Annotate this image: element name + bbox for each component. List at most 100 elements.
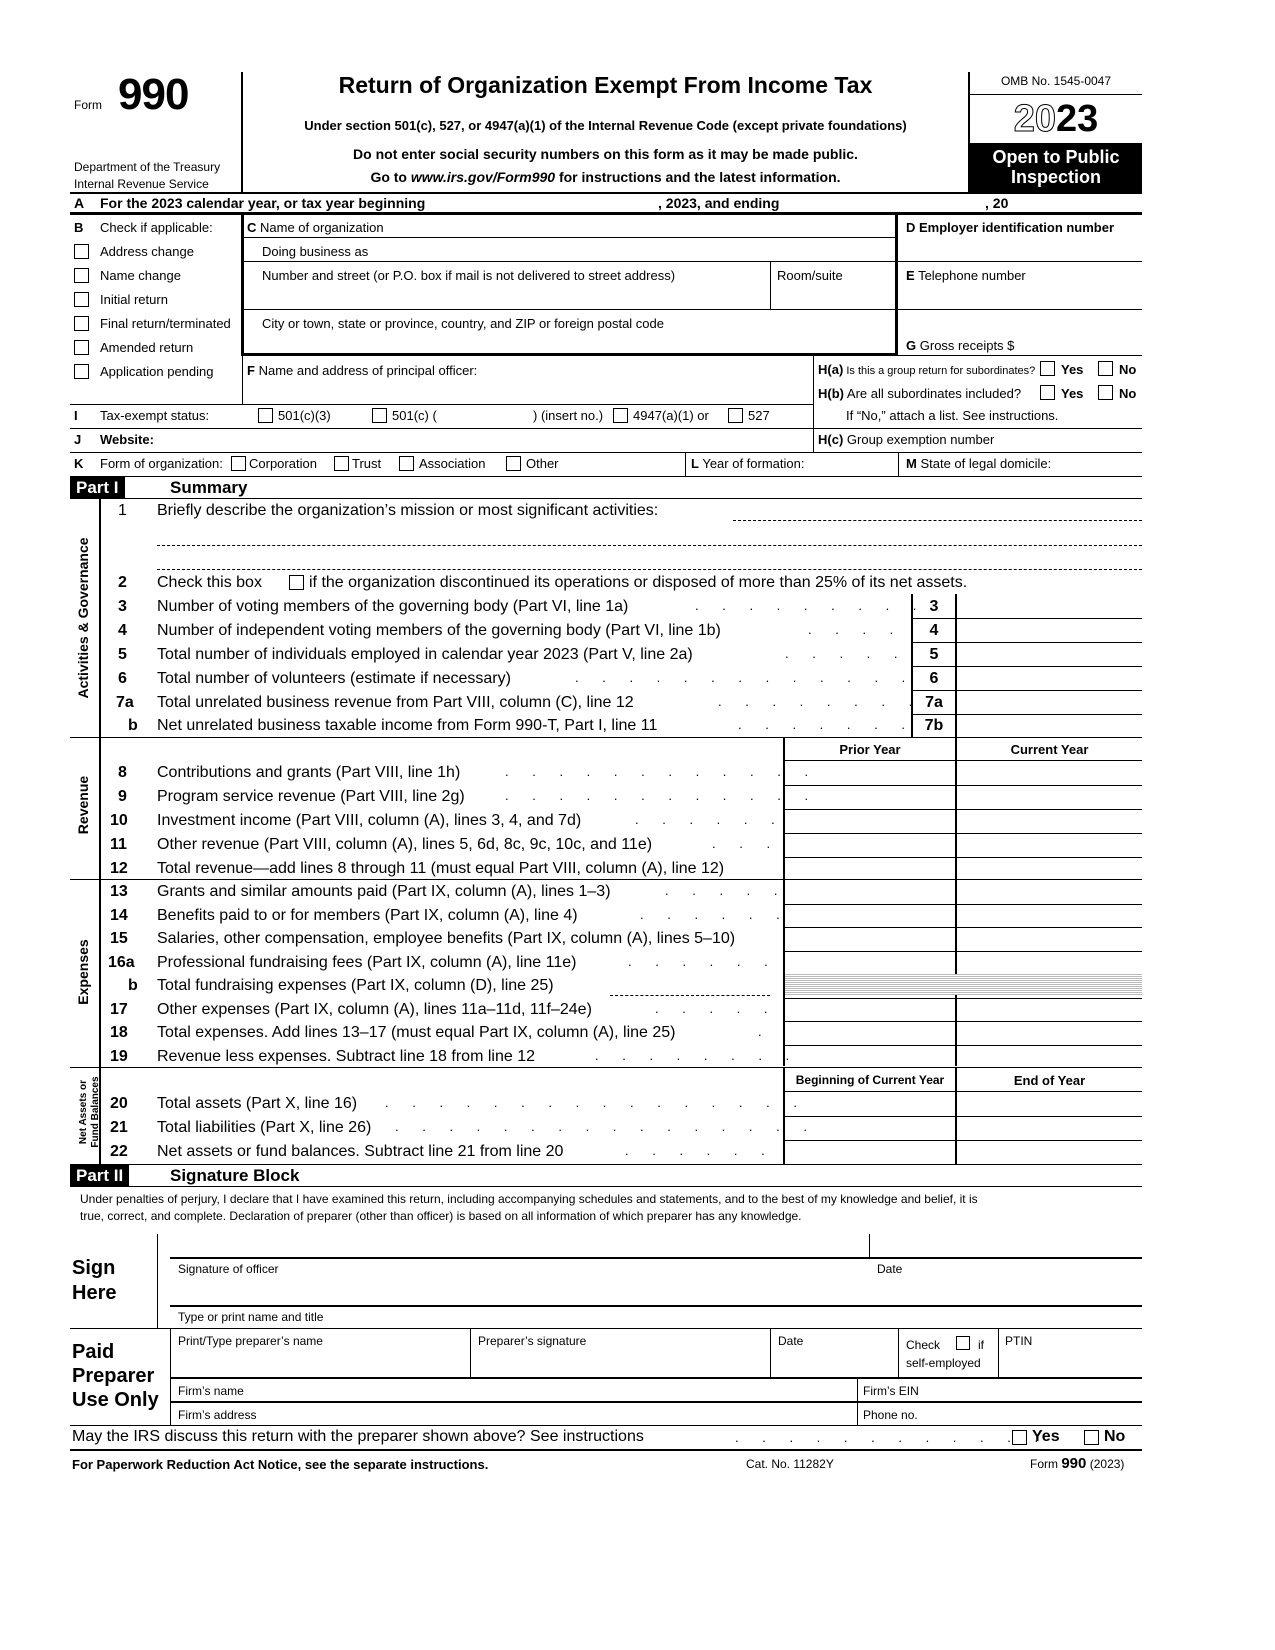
- revenue-col2-input[interactable]: [960, 763, 1138, 782]
- net-assets-col1-input[interactable]: [788, 1094, 950, 1113]
- application-pending-checkbox[interactable]: [74, 364, 89, 379]
- irs-link[interactable]: www.irs.gov/Form990: [411, 169, 555, 185]
- amended-return-checkbox[interactable]: [74, 340, 89, 355]
- discuss-no-checkbox[interactable]: [1084, 1430, 1099, 1445]
- mission-input-line1[interactable]: [735, 503, 1140, 520]
- name-change-label: Name change: [100, 268, 181, 283]
- expense-col2-input[interactable]: [960, 1046, 1138, 1066]
- city-input[interactable]: [262, 333, 882, 351]
- ptin-input[interactable]: [1005, 1352, 1140, 1372]
- gross-receipts-input[interactable]: [1030, 336, 1140, 354]
- expense-col1-input[interactable]: [788, 999, 950, 1019]
- preparer-name-input[interactable]: [178, 1352, 463, 1372]
- expense-col1-input[interactable]: [788, 882, 950, 901]
- line-5-input[interactable]: [960, 644, 1140, 664]
- firm-ein-input[interactable]: [930, 1381, 1138, 1399]
- state-domicile-input[interactable]: [1066, 454, 1138, 472]
- expense-col2-input[interactable]: [960, 999, 1138, 1019]
- firm-ein-label: Firm’s EIN: [863, 1384, 919, 1398]
- phone-input[interactable]: [930, 1405, 1138, 1423]
- line-4-box: 4: [929, 622, 939, 639]
- discontinued-checkbox[interactable]: [289, 575, 304, 590]
- net-assets-col2-input[interactable]: [960, 1142, 1138, 1161]
- dba-input[interactable]: [380, 242, 890, 260]
- expense-col2-input[interactable]: [960, 882, 1138, 901]
- net-assets-col1-input[interactable]: [788, 1142, 950, 1161]
- hb-yes-checkbox[interactable]: [1040, 385, 1055, 400]
- website-input[interactable]: [165, 430, 805, 448]
- revenue-col2-input[interactable]: [960, 811, 1138, 830]
- trust-checkbox[interactable]: [334, 456, 349, 471]
- ha-no-checkbox[interactable]: [1098, 361, 1113, 376]
- line-16b-input[interactable]: [610, 976, 770, 994]
- revenue-col1-input[interactable]: [788, 763, 950, 782]
- mission-input-line2[interactable]: [157, 528, 1142, 545]
- revenue-col1-input[interactable]: [788, 859, 950, 878]
- line-3-input[interactable]: [960, 596, 1140, 616]
- expense-col1-input[interactable]: [788, 905, 950, 925]
- line-4-input[interactable]: [960, 620, 1140, 640]
- 501c3-checkbox[interactable]: [258, 408, 273, 423]
- net-assets-line-text: Total liabilities (Part X, line 26): [157, 1119, 372, 1136]
- gross-receipts-label-text: Gross receipts $: [919, 338, 1015, 353]
- net-assets-col2-input[interactable]: [960, 1118, 1138, 1137]
- tax-year-end-input[interactable]: [800, 193, 980, 211]
- mission-input-line3[interactable]: [157, 552, 1142, 569]
- initial-return-checkbox[interactable]: [74, 292, 89, 307]
- room-suite-input[interactable]: [777, 286, 889, 304]
- revenue-col2-input[interactable]: [960, 787, 1138, 806]
- expense-col2-input[interactable]: [960, 952, 1138, 972]
- org-name-input[interactable]: [400, 218, 890, 236]
- expense-col2-input[interactable]: [960, 1023, 1138, 1042]
- preparer-date-input[interactable]: [778, 1352, 893, 1372]
- discuss-yes-checkbox[interactable]: [1012, 1430, 1027, 1445]
- line-7a-input[interactable]: [960, 692, 1140, 712]
- final-return-checkbox[interactable]: [74, 316, 89, 331]
- firm-address-input[interactable]: [260, 1405, 850, 1423]
- expense-col2-input[interactable]: [960, 905, 1138, 925]
- expense-col1-input[interactable]: [788, 929, 950, 948]
- line-6-input[interactable]: [960, 668, 1140, 688]
- ein-input[interactable]: [906, 238, 1136, 256]
- expense-col1-input[interactable]: [788, 1023, 950, 1042]
- street-input[interactable]: [262, 286, 762, 304]
- preparer-signature-input[interactable]: [478, 1352, 763, 1372]
- other-org-input[interactable]: [570, 454, 680, 472]
- firm-name-input[interactable]: [260, 1381, 850, 1399]
- year-formation-input[interactable]: [818, 454, 893, 472]
- line-2-text-pre: Check this box: [157, 574, 262, 591]
- 527-checkbox[interactable]: [728, 408, 743, 423]
- revenue-col1-input[interactable]: [788, 787, 950, 806]
- hb-no-checkbox[interactable]: [1098, 385, 1113, 400]
- revenue-col2-input[interactable]: [960, 859, 1138, 878]
- 501c-checkbox[interactable]: [372, 408, 387, 423]
- expense-col2-input[interactable]: [960, 929, 1138, 948]
- telephone-input[interactable]: [906, 286, 1136, 304]
- net-assets-col1-input[interactable]: [788, 1118, 950, 1137]
- group-exemption-input[interactable]: [1010, 430, 1138, 448]
- expense-col1-input[interactable]: [788, 1046, 950, 1066]
- principal-officer-input[interactable]: [247, 381, 807, 399]
- revenue-col2-input[interactable]: [960, 835, 1138, 854]
- revenue-col1-input[interactable]: [788, 835, 950, 854]
- officer-signature-input[interactable]: [170, 1236, 860, 1256]
- association-checkbox[interactable]: [399, 456, 414, 471]
- 501c-number-input[interactable]: [445, 406, 525, 424]
- 4947-checkbox[interactable]: [613, 408, 628, 423]
- line-7b-input[interactable]: [960, 715, 1140, 735]
- officer-date-input[interactable]: [876, 1236, 1136, 1256]
- expense-col1-input[interactable]: [788, 952, 950, 972]
- tax-year-begin-input[interactable]: [470, 193, 650, 211]
- tax-year-end-year-input[interactable]: [1010, 193, 1050, 211]
- 527-label: 527: [748, 408, 770, 423]
- officer-name-title-input[interactable]: [178, 1284, 1128, 1304]
- revenue-line-text: Investment income (Part VIII, column (A)…: [157, 812, 582, 829]
- other-checkbox[interactable]: [506, 456, 521, 471]
- name-change-checkbox[interactable]: [74, 268, 89, 283]
- self-employed-checkbox[interactable]: [956, 1336, 970, 1350]
- address-change-checkbox[interactable]: [74, 244, 89, 259]
- net-assets-col2-input[interactable]: [960, 1094, 1138, 1113]
- corporation-checkbox[interactable]: [231, 456, 246, 471]
- revenue-col1-input[interactable]: [788, 811, 950, 830]
- ha-yes-checkbox[interactable]: [1040, 361, 1055, 376]
